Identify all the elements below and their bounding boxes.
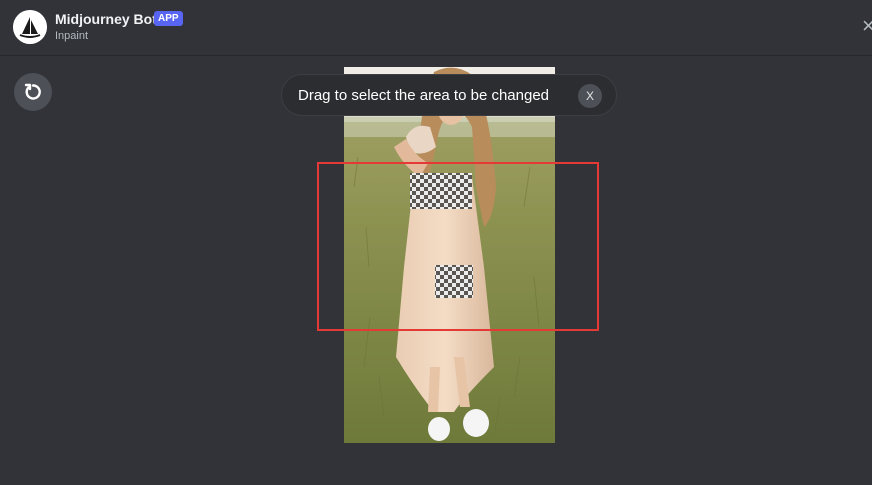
tooltip-close-button[interactable]: X	[578, 84, 602, 108]
selection-rectangle[interactable]	[317, 162, 599, 331]
close-icon[interactable]: ×	[862, 14, 872, 38]
midjourney-avatar	[13, 10, 47, 44]
modal-header: Midjourney Bot APP Inpaint ×	[0, 0, 872, 56]
tooltip-text: Drag to select the area to be changed	[298, 87, 550, 104]
bot-name: Midjourney Bot	[55, 11, 157, 27]
app-badge: APP	[154, 11, 183, 26]
sailboat-logo-icon	[13, 10, 47, 44]
reset-button[interactable]	[14, 73, 52, 111]
undo-icon	[24, 83, 41, 100]
mode-subtitle: Inpaint	[55, 30, 89, 42]
instruction-tooltip: Drag to select the area to be changed X	[281, 74, 617, 116]
